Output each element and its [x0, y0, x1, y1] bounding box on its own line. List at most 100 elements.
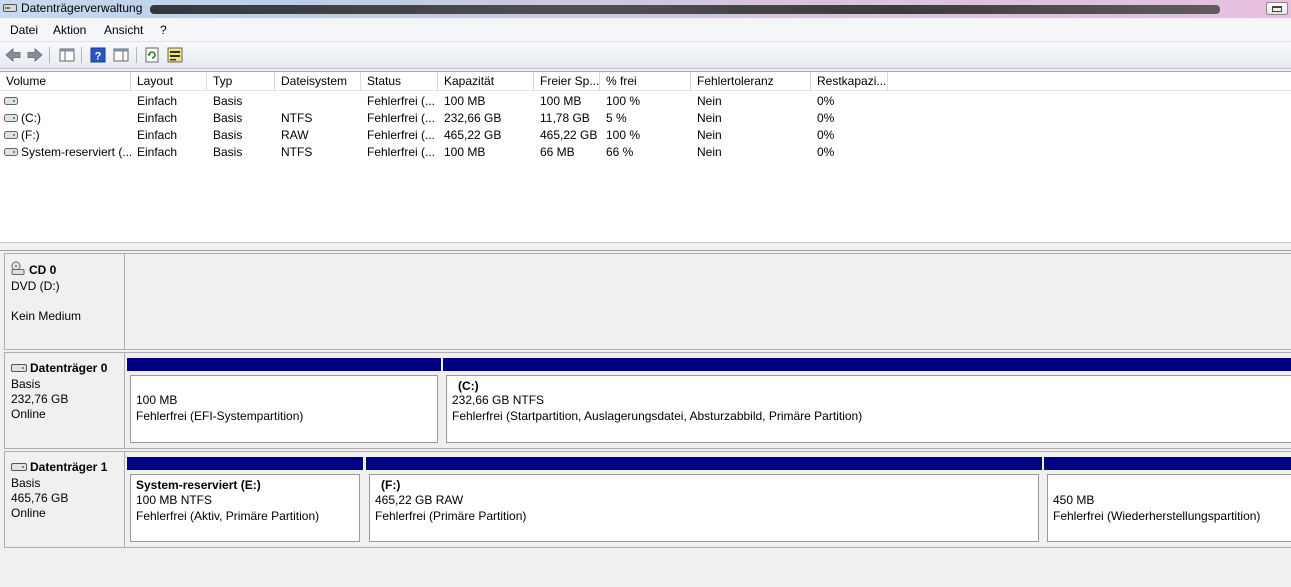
partition-box: 100 MB Fehlerfrei (EFI-Systempartition) [130, 375, 438, 443]
drive-icon [4, 96, 18, 105]
partition-box: (F:) 465,22 GB RAW Fehlerfrei (Primäre P… [369, 474, 1039, 542]
kapazitaet-cell: 100 MB [444, 145, 486, 159]
dateisystem-cell [275, 93, 361, 110]
restore-button[interactable] [1266, 2, 1288, 15]
partition-recovery[interactable]: 450 MB Fehlerfrei (Wiederherstellungspar… [1044, 457, 1291, 545]
disk-1-state: Online [11, 506, 46, 520]
status-cell: Fehlerfrei (... [367, 94, 436, 108]
prozent-frei-cell: 100 % [606, 94, 641, 108]
volume-cell: System-reserviert (... [0, 144, 131, 161]
help-icon[interactable]: ? [89, 46, 107, 64]
toolbar-separator [136, 47, 137, 63]
kapazitaet-cell: 465,22 GB [444, 128, 502, 142]
drive-icon [4, 113, 18, 122]
layout-cell: Einfach [137, 128, 178, 142]
disk-icon [11, 463, 27, 471]
refresh-icon[interactable] [143, 46, 161, 64]
pane-splitter[interactable] [0, 242, 1291, 251]
column-header-kapazitaet[interactable]: Kapazität [438, 72, 534, 90]
disk-0-label[interactable]: Datenträger 0 Basis 232,76 GB Online [4, 352, 125, 449]
table-row[interactable]: Einfach Basis Fehlerfrei (... 100 MB 100… [0, 93, 1291, 110]
disk-1-name: Datenträger 1 [30, 460, 108, 474]
column-header-status[interactable]: Status [361, 72, 438, 90]
cd-type: DVD (D:) [11, 279, 60, 293]
cd-0-label[interactable]: CD 0 DVD (D:) Kein Medium [4, 253, 125, 350]
menu-datei[interactable]: Datei [10, 23, 38, 37]
back-arrow-icon[interactable] [4, 46, 22, 64]
toolbar-separator [81, 47, 82, 63]
partition-bar [443, 358, 1291, 371]
kapazitaet-cell: 100 MB [444, 94, 486, 108]
table-row[interactable]: (F:) Einfach Basis RAW Fehlerfrei (... 4… [0, 127, 1291, 144]
restkapazitaet-cell: 0% [817, 111, 835, 125]
table-row[interactable]: (C:) Einfach Basis NTFS Fehlerfrei (... … [0, 110, 1291, 127]
column-header-restkapazitaet[interactable]: Restkapazi... [811, 72, 888, 90]
partition-status: Fehlerfrei (Aktiv, Primäre Partition) [136, 509, 320, 523]
volume-cell: (C:) [0, 110, 131, 127]
partition-bar [127, 358, 441, 371]
partition-box: (C:) 232,66 GB NTFS Fehlerfrei (Startpar… [446, 375, 1291, 443]
menu-bar: Datei Aktion Ansicht ? [0, 19, 1291, 42]
drive-icon [4, 147, 18, 156]
fehlertoleranz-cell: Nein [697, 128, 722, 142]
partition-status: Fehlerfrei (Primäre Partition) [375, 509, 527, 523]
disk-icon [11, 364, 27, 372]
typ-cell: Basis [213, 111, 243, 125]
drive-icon [4, 130, 18, 139]
toolbar-separator [49, 47, 50, 63]
partition-size: 465,22 GB RAW [375, 493, 464, 507]
column-header-fehlertoleranz[interactable]: Fehlertoleranz [691, 72, 811, 90]
restkapazitaet-cell: 0% [817, 145, 835, 159]
disk-settings-icon[interactable] [166, 46, 184, 64]
menu-ansicht[interactable]: Ansicht [104, 23, 143, 37]
prozent-frei-cell: 100 % [606, 128, 641, 142]
partition-efi[interactable]: 100 MB Fehlerfrei (EFI-Systempartition) [127, 358, 441, 446]
partition-box: 450 MB Fehlerfrei (Wiederherstellungspar… [1047, 474, 1291, 542]
layout-cell: Einfach [137, 145, 178, 159]
freier-speicher-cell: 11,78 GB [540, 111, 590, 125]
dateisystem-cell: RAW [281, 128, 309, 142]
partition-f[interactable]: (F:) 465,22 GB RAW Fehlerfrei (Primäre P… [366, 457, 1042, 545]
freier-speicher-cell: 465,22 GB [540, 128, 598, 142]
forward-arrow-icon[interactable] [26, 46, 44, 64]
volume-list-header: Volume Layout Typ Dateisystem Status Kap… [0, 72, 1291, 91]
disk-1-type: Basis [11, 476, 41, 490]
disk-management-icon [3, 4, 17, 12]
cd-status: Kein Medium [11, 309, 82, 323]
typ-cell: Basis [213, 94, 243, 108]
menu-help[interactable]: ? [160, 23, 167, 37]
fehlertoleranz-cell: Nein [697, 145, 722, 159]
kapazitaet-cell: 232,66 GB [444, 111, 502, 125]
layout-cell: Einfach [137, 111, 178, 125]
partition-name: (F:) [381, 478, 401, 492]
partition-size: 450 MB [1053, 493, 1095, 507]
column-header-freier-speicher[interactable]: Freier Sp... [534, 72, 600, 90]
redacted-title-area [150, 5, 1220, 14]
partition-size: 100 MB NTFS [136, 493, 213, 507]
table-row[interactable]: System-reserviert (... Einfach Basis NTF… [0, 144, 1291, 161]
properties-icon[interactable] [112, 46, 130, 64]
prozent-frei-cell: 66 % [606, 145, 634, 159]
column-header-prozent-frei[interactable]: % frei [600, 72, 691, 90]
disk-0-name: Datenträger 0 [30, 361, 108, 375]
partition-c[interactable]: (C:) 232,66 GB NTFS Fehlerfrei (Startpar… [443, 358, 1291, 446]
column-header-layout[interactable]: Layout [131, 72, 207, 90]
restore-icon [1272, 6, 1282, 12]
column-header-dateisystem[interactable]: Dateisystem [275, 72, 361, 90]
menu-aktion[interactable]: Aktion [53, 23, 86, 37]
disk-0-type: Basis [11, 377, 41, 391]
volume-cell [0, 93, 131, 110]
window-title: Datenträgerverwaltung [21, 1, 143, 15]
column-header-volume[interactable]: Volume [0, 72, 131, 90]
restkapazitaet-cell: 0% [817, 94, 835, 108]
status-cell: Fehlerfrei (... [367, 128, 436, 142]
console-tree-icon[interactable] [58, 46, 76, 64]
partition-system-reserved[interactable]: System-reserviert (E:) 100 MB NTFS Fehle… [127, 457, 363, 545]
cd-0-body[interactable] [125, 253, 1291, 350]
status-cell: Fehlerfrei (... [367, 111, 436, 125]
partition-size: 232,66 GB NTFS [452, 393, 545, 407]
freier-speicher-cell: 100 MB [540, 94, 582, 108]
disk-1-label[interactable]: Datenträger 1 Basis 465,76 GB Online [4, 451, 125, 548]
column-header-typ[interactable]: Typ [207, 72, 275, 90]
freier-speicher-cell: 66 MB [540, 145, 575, 159]
